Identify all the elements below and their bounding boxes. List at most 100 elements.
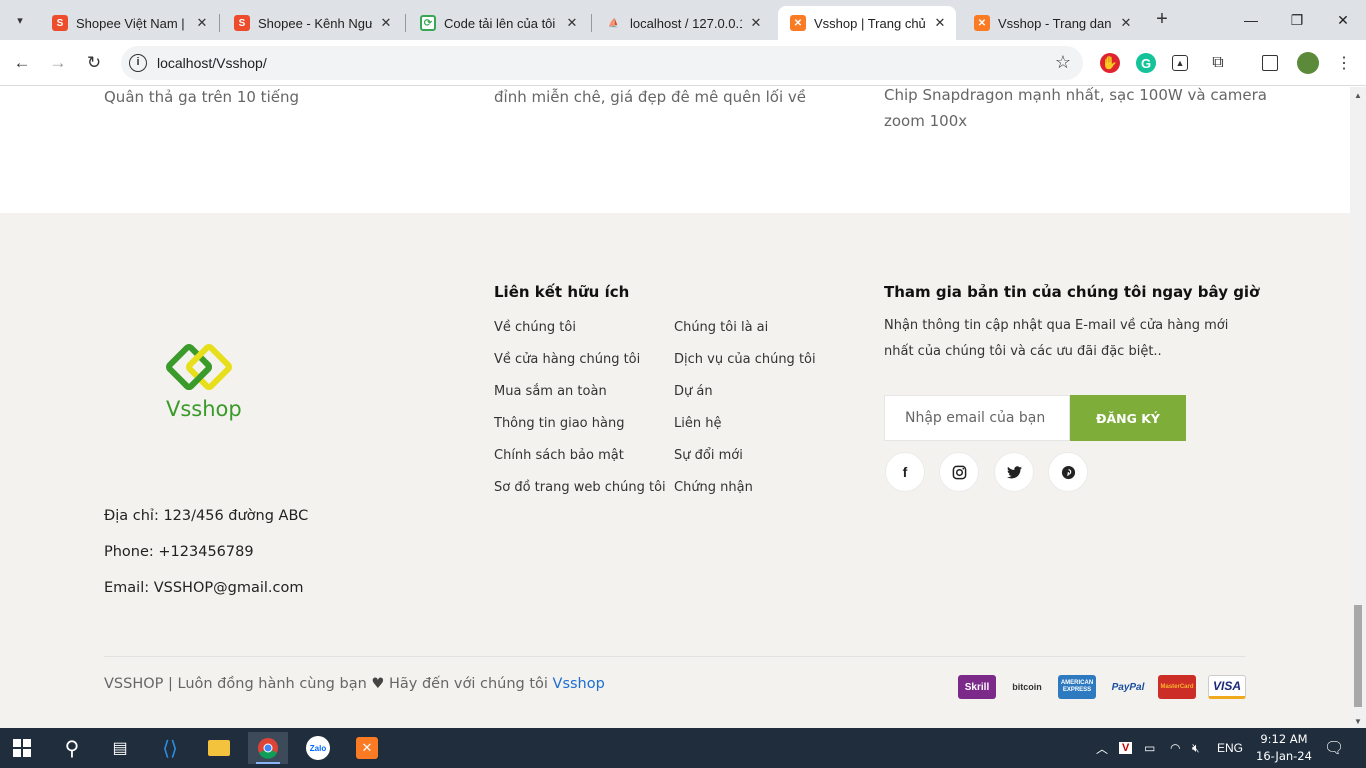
file-explorer-icon[interactable]	[199, 732, 239, 764]
battery-icon[interactable]: ▭	[1144, 728, 1155, 768]
footer-link-secure-shopping[interactable]: Mua sắm an toàn	[494, 384, 607, 399]
product-snippet-2: đỉnh miễn chê, giá đẹp đê mê quên lối về	[494, 88, 807, 106]
task-view-icon[interactable]: ▤	[100, 732, 140, 764]
tray-app-icon[interactable]: V	[1119, 728, 1133, 768]
footer-link-contact[interactable]: Liên hệ	[674, 416, 721, 431]
subscribe-button[interactable]: ĐĂNG KÝ	[1070, 395, 1186, 441]
shopee-icon: S	[52, 15, 68, 31]
extensions-puzzle-icon[interactable]: ⧉	[1208, 53, 1228, 73]
newsletter-heading: Tham gia bản tin của chúng tôi ngay bây …	[884, 283, 1260, 301]
vscode-icon[interactable]: ⟨⟩	[150, 732, 190, 764]
footer-link-projects[interactable]: Dự án	[674, 384, 713, 399]
footer-link-sitemap[interactable]: Sơ đồ trang web chúng tôi	[494, 480, 666, 495]
footer-link-innovation[interactable]: Sự đổi mới	[674, 448, 743, 463]
footer-link-about[interactable]: Về chúng tôi	[494, 320, 576, 335]
wifi-icon[interactable]: ◠	[1170, 728, 1180, 768]
system-clock[interactable]: 9:12 AM 16-Jan-24	[1256, 731, 1312, 765]
page-viewport: Quân thả ga trên 10 tiếng đỉnh miễn chê,…	[0, 87, 1350, 728]
show-hidden-icons[interactable]: ︿	[1096, 728, 1108, 768]
contact-address: Địa chỉ: 123/456 đường ABC	[104, 508, 309, 524]
scroll-down-icon[interactable]: ▼	[1354, 717, 1362, 726]
footer-divider	[104, 656, 1245, 657]
side-panel-icon[interactable]	[1262, 55, 1278, 71]
amex-icon: AMERICAN EXPRESS	[1058, 675, 1096, 699]
tab-code-upload[interactable]: ⟳ Code tải lên của tôi ✕	[408, 6, 588, 40]
pinterest-glyph	[1061, 465, 1075, 479]
windows-start-icon[interactable]	[2, 732, 42, 764]
forward-button[interactable]: →	[44, 49, 72, 77]
tab-title: Shopee - Kênh Người	[258, 15, 372, 31]
pinterest-icon[interactable]	[1048, 452, 1088, 492]
notifications-icon[interactable]: 🗨︎	[1324, 728, 1344, 768]
close-window-button[interactable]: ✕	[1320, 0, 1366, 40]
tab-shopee-2[interactable]: S Shopee - Kênh Người ✕	[222, 6, 402, 40]
adblock-icon[interactable]: ✋	[1100, 53, 1120, 73]
image-extension-icon[interactable]: ▲	[1172, 55, 1188, 71]
close-icon[interactable]: ✕	[932, 15, 948, 31]
footer-link-privacy[interactable]: Chính sách bảo mật	[494, 448, 624, 463]
menu-kebab-icon[interactable]: ⋮	[1334, 53, 1354, 73]
page-scrollbar[interactable]: ▲ ▼	[1350, 87, 1366, 728]
footer-link-delivery-info[interactable]: Thông tin giao hàng	[494, 416, 624, 431]
scroll-up-icon[interactable]: ▲	[1354, 91, 1362, 100]
chrome-icon[interactable]	[248, 732, 288, 764]
tab-vsshop-home[interactable]: ✕ Vsshop | Trang chủ ✕	[778, 6, 956, 40]
twitter-icon[interactable]	[994, 452, 1034, 492]
product-snippet-1: Quân thả ga trên 10 tiếng	[104, 88, 299, 106]
tab-title: localhost / 127.0.0.1 /	[630, 15, 742, 31]
windows-taskbar: ⚲ ▤ ⟨⟩ Zalo ✕ ︿ V ▭ ◠ 🔇︎ ENG 9:12 AM 16-…	[0, 728, 1366, 768]
tab-title: Shopee Việt Nam | M	[76, 15, 188, 31]
volume-mute-icon[interactable]: 🔇︎	[1192, 728, 1200, 768]
new-tab-button[interactable]: +	[1150, 8, 1174, 32]
url-text[interactable]: localhost/Vsshop/	[157, 55, 267, 71]
tab-search-button[interactable]: ▾	[8, 8, 32, 32]
minimize-button[interactable]: —	[1228, 0, 1274, 40]
restore-button[interactable]: ❐	[1274, 0, 1320, 40]
useful-links-heading: Liên kết hữu ích	[494, 283, 630, 301]
tab-title: Code tải lên của tôi	[444, 15, 556, 31]
zalo-icon[interactable]: Zalo	[298, 732, 338, 764]
visa-icon: VISA	[1208, 675, 1246, 699]
profile-avatar[interactable]	[1297, 52, 1319, 74]
copyright-brand-link[interactable]: Vsshop	[553, 676, 605, 692]
close-icon[interactable]: ✕	[194, 15, 210, 31]
shopee-icon: S	[234, 15, 250, 31]
footer-link-who-we-are[interactable]: Chúng tôi là ai	[674, 320, 768, 335]
bookmark-star-icon[interactable]: ☆	[1055, 52, 1071, 73]
tab-phpmyadmin[interactable]: ⛵ localhost / 127.0.0.1 / ✕	[594, 6, 772, 40]
reload-button[interactable]: ↻	[80, 49, 108, 77]
tab-title: Vsshop - Trang danh	[998, 15, 1112, 31]
copyright-middle: Hãy đến với chúng tôi	[388, 676, 548, 692]
contact-phone: Phone: +123456789	[104, 544, 254, 560]
footer-link-services[interactable]: Dịch vụ của chúng tôi	[674, 352, 816, 367]
language-indicator[interactable]: ENG	[1217, 728, 1243, 768]
close-icon[interactable]: ✕	[378, 15, 394, 31]
site-info-icon[interactable]: i	[129, 54, 147, 72]
tab-vsshop-list[interactable]: ✕ Vsshop - Trang danh ✕	[962, 6, 1142, 40]
facebook-icon[interactable]: f	[885, 452, 925, 492]
newsletter-email-input[interactable]	[884, 395, 1070, 441]
footer-link-about-store[interactable]: Về cửa hàng chúng tôi	[494, 352, 640, 367]
back-button[interactable]: ←	[8, 49, 36, 77]
tab-shopee-1[interactable]: S Shopee Việt Nam | M ✕	[40, 6, 218, 40]
close-icon[interactable]: ✕	[1118, 15, 1134, 31]
scrollbar-thumb[interactable]	[1354, 605, 1362, 707]
grammarly-icon[interactable]: G	[1136, 53, 1156, 73]
tab-strip: ▾ S Shopee Việt Nam | M ✕ S Shopee - Kên…	[0, 0, 1366, 40]
close-icon[interactable]: ✕	[564, 15, 580, 31]
tray-v-glyph: V	[1119, 742, 1133, 754]
search-icon[interactable]: ⚲	[52, 732, 92, 764]
instagram-icon[interactable]	[939, 452, 979, 492]
footer-link-certification[interactable]: Chứng nhận	[674, 480, 753, 495]
contact-email: Email: VSSHOP@gmail.com	[104, 580, 304, 596]
vsshop-logo[interactable]: Vsshop	[160, 343, 250, 423]
xampp-taskbar-icon[interactable]: ✕	[347, 732, 387, 764]
xampp-icon: ✕	[790, 15, 806, 31]
instagram-glyph	[952, 465, 966, 479]
skrill-icon: Skrill	[958, 675, 996, 699]
close-icon[interactable]: ✕	[748, 15, 764, 31]
address-bar[interactable]: i localhost/Vsshop/ ☆	[121, 46, 1083, 80]
code-upload-icon: ⟳	[420, 15, 436, 31]
logo-text: Vsshop	[166, 397, 242, 421]
phpmyadmin-icon: ⛵	[608, 17, 620, 28]
